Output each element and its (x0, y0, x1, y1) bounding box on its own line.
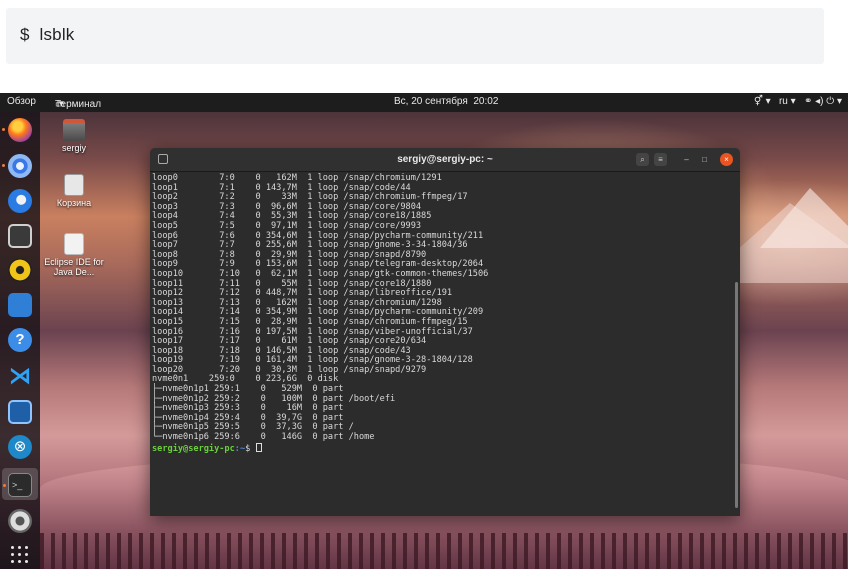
command-text: $ lsblk (20, 25, 75, 44)
eclipse-label: Eclipse IDE for Java De... (44, 257, 104, 277)
prompt-path: :~ (234, 443, 246, 454)
files-icon[interactable] (8, 224, 32, 248)
rhythmbox-icon[interactable] (8, 258, 32, 282)
show-applications-icon[interactable] (8, 543, 32, 567)
search-icon[interactable]: ⌕ (636, 153, 649, 166)
chromium-icon[interactable] (2, 154, 32, 178)
terminal-line: └─nvme0n1p6 259:6 0 146G 0 part /home (152, 432, 375, 443)
hamburger-menu-icon[interactable]: ≡ (654, 153, 667, 166)
terminal-prompt: sergiy@sergiy-pc:~$ (152, 442, 730, 454)
minimize-icon[interactable]: – (680, 153, 693, 166)
activities-button[interactable]: Обзор (7, 96, 36, 107)
terminal-icon[interactable]: >_ (3, 473, 32, 497)
terminal-header-bar[interactable]: sergiy@sergiy-pc: ~ ⌕ ≡ – □ × (150, 148, 740, 172)
terminal-title: sergiy@sergiy-pc: ~ (397, 154, 493, 165)
scrollbar[interactable] (735, 282, 738, 508)
close-icon[interactable]: × (720, 153, 733, 166)
desktop-home-folder[interactable]: sergiy (39, 119, 109, 153)
code-block: $ lsblk (6, 8, 824, 64)
prompt-user: sergiy@sergiy-pc (152, 443, 235, 454)
system-monitor-icon[interactable] (8, 400, 32, 424)
libreoffice-writer-icon[interactable] (8, 293, 32, 317)
desktop-eclipse[interactable]: Eclipse IDE for Java De... (39, 233, 109, 277)
desktop-trash[interactable]: Корзина (39, 174, 109, 208)
trash-label: Корзина (56, 198, 92, 208)
system-tray[interactable]: ⚥ ▾ ru ▾ ⚭ ◂) ⏻ ▾ (754, 96, 842, 107)
text-cursor (255, 442, 262, 452)
home-folder-label: sergiy (61, 143, 86, 153)
prompt-symbol: $ (245, 443, 256, 454)
chevron-down-icon: ▼ (55, 99, 66, 108)
tree-line (40, 533, 848, 569)
help-icon[interactable]: ? (8, 328, 32, 352)
home-folder-icon (63, 119, 85, 141)
crossover-icon[interactable]: ⊗ (8, 435, 32, 459)
maximize-icon[interactable]: □ (698, 153, 711, 166)
vscode-icon[interactable]: ⋊ (8, 364, 32, 388)
clock[interactable]: Вс, 20 сентября 20:02 (394, 96, 498, 107)
settings-icon[interactable] (8, 509, 32, 533)
thunderbird-icon[interactable] (8, 189, 32, 213)
trash-icon (64, 174, 84, 196)
desktop-screenshot: Обзор ▭ Терминал ▼ Вс, 20 сентября 20:02… (0, 93, 848, 569)
firefox-icon[interactable] (2, 118, 32, 142)
mountain-peak (760, 188, 848, 248)
top-bar: Обзор ▭ Терминал ▼ Вс, 20 сентября 20:02… (0, 93, 848, 112)
terminal-window[interactable]: sergiy@sergiy-pc: ~ ⌕ ≡ – □ × loop0 7:0 … (150, 148, 740, 516)
eclipse-launcher-icon (64, 233, 84, 255)
terminal-output[interactable]: loop0 7:0 0 162M 1 loop /snap/chromium/1… (152, 173, 730, 514)
dock: ? ⋊ ⊗ >_ (0, 112, 40, 569)
